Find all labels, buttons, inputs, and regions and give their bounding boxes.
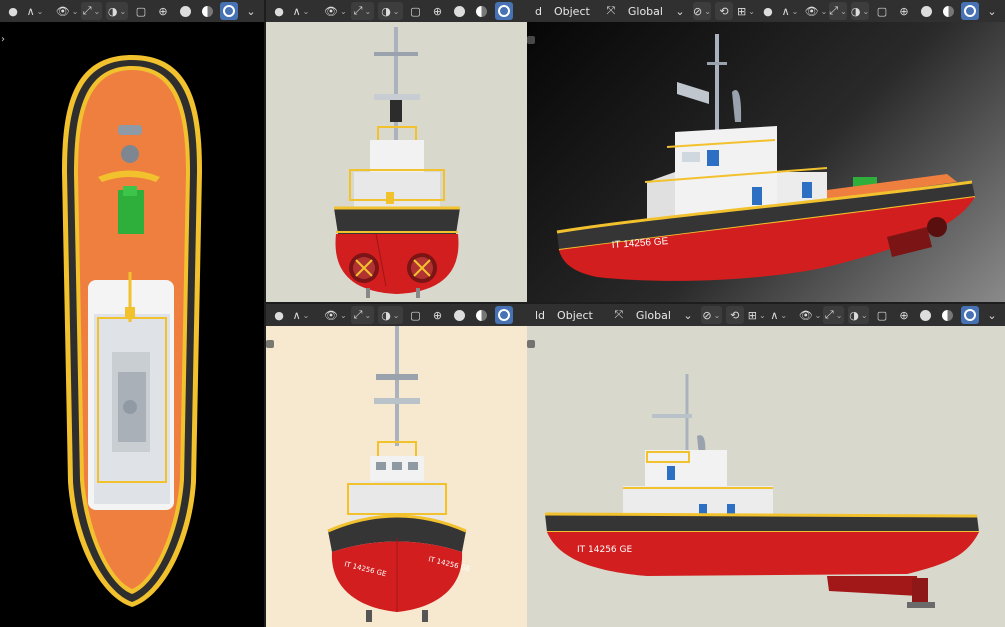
xray-icon[interactable]: ▢ — [407, 2, 425, 20]
curve-icon[interactable]: ∧ ⌄ — [26, 2, 44, 20]
viewport-header: ● ∧ ⌄ 👁 ⌄ ⤢ ⌄ ◑ ⌄ ▢ ⊕ — [266, 0, 527, 22]
shading-dropdown-icon[interactable]: ⌄ — [983, 306, 1001, 324]
material-icon[interactable] — [473, 306, 491, 324]
gizmo-icon[interactable]: ⤢ ⌄ — [823, 306, 844, 324]
material-icon[interactable] — [939, 2, 957, 20]
visibility-icon[interactable]: 👁 ⌄ — [56, 2, 79, 20]
gizmo-icon[interactable]: ⤢ ⌄ — [829, 2, 847, 20]
tugboat-front-view: IT 14256 GE IT 14256 GE — [327, 326, 471, 622]
transform-orientation-dropdown[interactable]: Global — [624, 2, 667, 20]
viewport-top-mid[interactable]: ● ∧⌄ 👁⌄ ⤢⌄ ◑⌄ ▢ ⊕ ‹ — [266, 0, 527, 302]
transform-orientation-dropdown[interactable]: Global — [632, 306, 675, 324]
curve-icon[interactable]: ∧ ⌄ — [770, 306, 788, 324]
gizmo-icon[interactable]: ⤢ ⌄ — [350, 2, 375, 20]
mode-partial-label[interactable]: d — [531, 2, 546, 20]
tugboat-perspective-view: IT 14256 GE — [556, 34, 976, 281]
rendered-icon[interactable] — [961, 2, 979, 20]
viewport-top-right[interactable]: d Object ⤧ Global ⌄ ⊘ ⌄ ⟲ ⊞ ⌄ ● ∧ ⌄ 👁 ⌄ ⤢ ⌄ ◑… — [527, 0, 1005, 302]
pivot-dropdown-icon[interactable]: ⌄ — [671, 2, 689, 20]
curve-icon[interactable]: ∧ ⌄ — [781, 2, 799, 20]
view-icon[interactable]: ● — [759, 2, 777, 20]
viewport-canvas[interactable]: › — [0, 22, 264, 627]
wireframe-icon[interactable]: ⊕ — [429, 306, 447, 324]
solid-icon[interactable] — [451, 306, 469, 324]
snap-target-icon[interactable]: ⊞ ⌄ — [748, 306, 766, 324]
corner-handle-icon[interactable] — [527, 36, 535, 44]
visibility-icon[interactable]: 👁 ⌄ — [805, 2, 828, 20]
view-icon[interactable]: ● — [4, 2, 22, 20]
xray-icon[interactable]: ▢ — [873, 306, 891, 324]
xray-icon[interactable]: ▢ — [407, 306, 425, 324]
material-icon[interactable] — [473, 2, 491, 20]
transform-orientation-icon[interactable]: ⤧ — [602, 2, 620, 20]
snap-target-icon[interactable]: ⊞ ⌄ — [737, 2, 755, 20]
overlay-icon[interactable]: ◑ ⌄ — [106, 2, 128, 20]
viewport-header: ● ∧ ⌄ 👁 ⌄ ⤢ ⌄ ◑ ⌄ ▢ ⊕ — [266, 304, 527, 326]
viewport-header: ld Object ⤧ Global ⌄ ⊘ ⌄ ⟲ ⊞ ⌄ ∧ ⌄ 👁 ⌄ ⤢ ⌄ ◑ ⌄… — [527, 304, 1005, 326]
overlay-icon[interactable]: ◑ ⌄ — [378, 306, 403, 324]
viewport-header: ● ∧ ⌄ 👁 ⌄ ⤢ ⌄ ◑ ⌄ ▢ ⊕ ⌄ — [0, 0, 264, 22]
proportional-edit-icon[interactable]: ⟲ — [725, 306, 744, 324]
snap-icon[interactable]: ⊘ ⌄ — [700, 306, 722, 324]
solid-icon[interactable] — [451, 2, 469, 20]
solid-icon[interactable] — [917, 2, 935, 20]
viewport-canvas[interactable]: ‹ — [266, 22, 527, 302]
snap-icon[interactable]: ⊘ ⌄ — [692, 2, 711, 20]
viewport-bottom-right[interactable]: ld Object ⤧ Global ⌄ ⊘ ⌄ ⟲ ⊞ ⌄ ∧ ⌄ 👁 ⌄ ⤢ ⌄ ◑ ⌄… — [527, 304, 1005, 627]
wireframe-icon[interactable]: ⊕ — [895, 306, 913, 324]
visibility-icon[interactable]: 👁 ⌄ — [799, 306, 822, 324]
viewport-header: d Object ⤧ Global ⌄ ⊘ ⌄ ⟲ ⊞ ⌄ ● ∧ ⌄ 👁 ⌄ ⤢ ⌄ ◑… — [527, 0, 1005, 22]
view-icon[interactable]: ● — [270, 2, 288, 20]
overlay-icon[interactable]: ◑ ⌄ — [847, 306, 869, 324]
visibility-icon[interactable]: 👁 ⌄ — [324, 306, 347, 324]
solid-icon[interactable] — [917, 306, 935, 324]
gizmo-icon[interactable]: ⤢ ⌄ — [350, 306, 375, 324]
visibility-icon[interactable]: 👁 ⌄ — [324, 2, 347, 20]
material-icon[interactable] — [198, 2, 216, 20]
hull-registration-text: IT 14256 GE — [577, 545, 632, 555]
transform-orientation-icon[interactable]: ⤧ — [610, 306, 628, 324]
xray-icon[interactable]: ▢ — [132, 2, 150, 20]
viewport-canvas[interactable]: IT 14256 GE — [527, 22, 1005, 302]
tugboat-back-view — [334, 27, 460, 298]
gizmo-icon[interactable]: ⤢ ⌄ — [80, 2, 103, 20]
rendered-icon[interactable] — [494, 306, 513, 324]
shading-dropdown-icon[interactable]: ⌄ — [983, 2, 1001, 20]
tugboat-side-view: IT 14256 GE — [544, 374, 979, 608]
overlay-icon[interactable]: ◑ ⌄ — [851, 2, 869, 20]
mode-partial-label[interactable]: ld — [531, 306, 549, 324]
curve-icon[interactable]: ∧ ⌄ — [292, 306, 310, 324]
tugboat-top-view — [62, 55, 202, 607]
proportional-edit-icon[interactable]: ⟲ — [714, 2, 733, 20]
sidebar-toggle-icon[interactable]: › — [1, 34, 5, 45]
curve-icon[interactable]: ∧ ⌄ — [292, 2, 310, 20]
object-menu[interactable]: Object — [550, 2, 594, 20]
material-icon[interactable] — [939, 306, 957, 324]
view-icon[interactable]: ● — [270, 306, 288, 324]
corner-handle-icon[interactable] — [527, 340, 535, 348]
viewport-top-left[interactable]: ● ∧ ⌄ 👁 ⌄ ⤢ ⌄ ◑ ⌄ ▢ ⊕ ⌄ › — [0, 0, 264, 627]
pivot-dropdown-icon[interactable]: ⌄ — [679, 306, 697, 324]
object-menu[interactable]: Object — [553, 306, 597, 324]
rendered-icon[interactable] — [494, 2, 513, 20]
overlay-icon[interactable]: ◑ ⌄ — [378, 2, 403, 20]
shading-dropdown-icon[interactable]: ⌄ — [242, 2, 260, 20]
viewport-bottom-mid[interactable]: ● ∧ ⌄ 👁 ⌄ ⤢ ⌄ ◑ ⌄ ▢ ⊕ IT 14256 GE IT 142… — [266, 304, 527, 627]
xray-icon[interactable]: ▢ — [873, 2, 891, 20]
wireframe-icon[interactable]: ⊕ — [154, 2, 172, 20]
viewport-canvas[interactable]: IT 14256 GE — [527, 326, 1005, 627]
corner-handle-icon[interactable] — [266, 340, 274, 348]
rendered-icon[interactable] — [220, 2, 238, 20]
wireframe-icon[interactable]: ⊕ — [895, 2, 913, 20]
viewport-canvas[interactable]: IT 14256 GE IT 14256 GE — [266, 326, 527, 627]
rendered-icon[interactable] — [960, 306, 979, 324]
solid-icon[interactable] — [176, 2, 194, 20]
wireframe-icon[interactable]: ⊕ — [429, 2, 447, 20]
